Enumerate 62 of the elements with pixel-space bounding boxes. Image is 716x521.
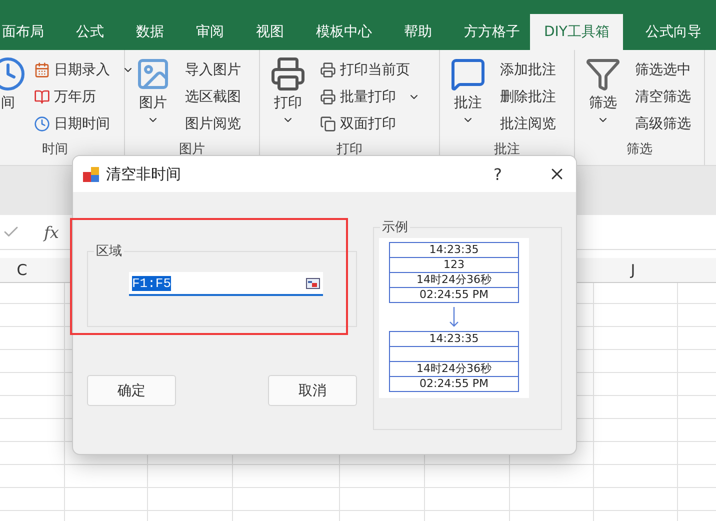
printer-icon <box>320 62 336 78</box>
ribbon-tab[interactable]: DIY工具箱 <box>530 14 624 50</box>
group-label: 筛选 <box>626 142 654 158</box>
function-label[interactable]: fx <box>44 222 59 242</box>
range-picker-icon[interactable] <box>306 278 320 288</box>
group-label: 图片 <box>178 142 206 158</box>
calendar-icon <box>34 62 50 78</box>
ribbon-tab[interactable]: 面布局 <box>0 14 54 50</box>
down-arrow-icon <box>449 306 459 328</box>
ribbon-button[interactable]: 批量打印 <box>320 83 420 110</box>
example-cell: 14时24分36秒 <box>389 361 519 377</box>
help-button[interactable]: ? <box>494 164 502 184</box>
comment-icon <box>450 56 486 92</box>
ribbon-button[interactable]: 批注阅览 <box>500 110 556 137</box>
ribbon-tab[interactable]: 模板中心 <box>306 14 382 50</box>
ribbon-tab[interactable]: 审阅 <box>186 14 234 50</box>
example-cell: 123 <box>389 257 519 273</box>
example-cell: 02:24:55 PM <box>389 287 519 303</box>
ribbon-button[interactable]: 图片阅览 <box>185 110 241 137</box>
ribbon-tab[interactable]: 视图 <box>246 14 294 50</box>
ribbon-button[interactable]: 导入图片 <box>185 56 241 83</box>
ribbon-button[interactable]: 高级筛选 <box>635 110 691 137</box>
ribbon-big-button[interactable]: 间 <box>0 56 30 142</box>
range-field[interactable]: F1:F5 <box>129 272 323 296</box>
column-header[interactable]: J <box>573 258 693 282</box>
app-icon <box>83 166 100 182</box>
dialog-button[interactable]: 确定 <box>87 375 176 406</box>
ribbon-button[interactable]: 删除批注 <box>500 83 556 110</box>
ribbon-tab[interactable]: 公式向导 <box>635 14 712 50</box>
column-header[interactable]: C <box>0 258 44 282</box>
example-cell: 02:24:55 PM <box>389 376 519 392</box>
group-label: 时间 <box>41 142 69 158</box>
ribbon-button[interactable]: 选区截图 <box>185 83 241 110</box>
ribbon-button[interactable]: 清空筛选 <box>635 83 691 110</box>
group-label: 示例 <box>381 219 409 236</box>
example-cell: 14:23:35 <box>389 331 519 347</box>
ribbon-tab[interactable]: 公式 <box>66 14 114 50</box>
ribbon-button[interactable]: 添加批注 <box>500 56 556 83</box>
clock-icon <box>34 116 50 132</box>
ribbon-button[interactable]: 双面打印 <box>320 110 420 137</box>
group-label: 批注 <box>493 142 521 158</box>
printer-icon <box>270 56 306 92</box>
example-cell: 14时24分36秒 <box>389 272 519 288</box>
dialog-button[interactable]: 取消 <box>268 375 357 406</box>
ribbon-big-button[interactable]: 筛选 <box>575 56 631 142</box>
ribbon-tab[interactable]: 数据 <box>126 14 174 50</box>
book-icon <box>34 88 50 104</box>
group-label: 打印 <box>336 142 364 158</box>
image-icon <box>135 56 171 92</box>
group-label: 区域 <box>95 243 123 260</box>
example-cell: 14:23:35 <box>389 242 519 258</box>
ribbon-big-button[interactable]: 批注 <box>440 56 496 142</box>
ribbon-tab[interactable]: 方方格子 <box>454 14 530 50</box>
printer-icon <box>320 88 336 104</box>
filter-icon <box>585 56 621 92</box>
ribbon-tab[interactable]: 帮助 <box>394 14 442 50</box>
dialog-title: 清空非时间 <box>106 164 182 184</box>
ribbon-big-button[interactable]: 打印 <box>260 56 316 142</box>
ribbon-button[interactable]: 筛选选中 <box>635 56 691 83</box>
ribbon-button[interactable]: 打印当前页 <box>320 56 420 83</box>
clock-icon <box>0 56 26 92</box>
copy-icon <box>320 116 336 132</box>
